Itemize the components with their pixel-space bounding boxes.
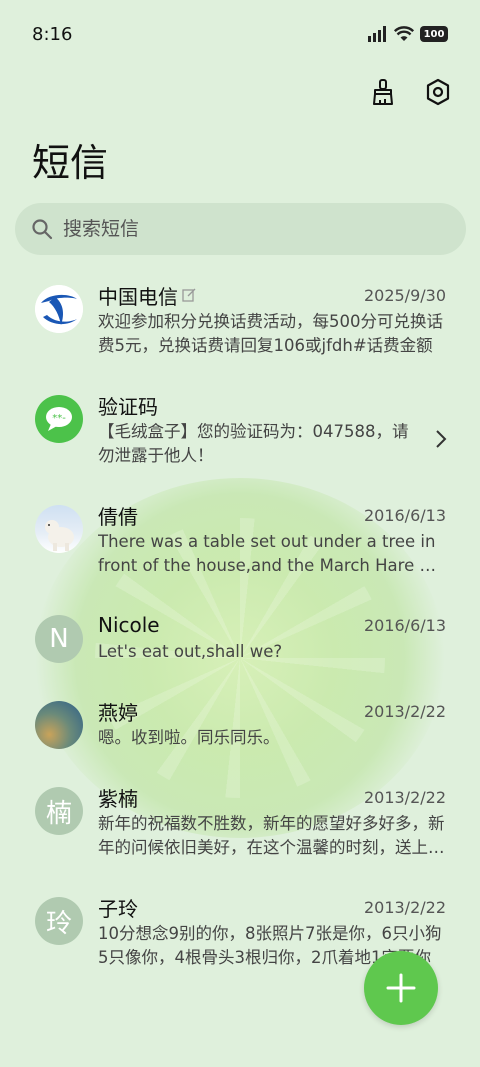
conversation-date: 2016/6/13	[363, 505, 446, 525]
polar-bear-avatar	[35, 505, 83, 553]
message-avatar: **-	[35, 395, 83, 443]
conversation-preview: 嗯。收到啦。同乐同乐。	[98, 728, 280, 747]
polar-bear-icon	[45, 520, 74, 551]
conversation-name: 验证码	[98, 394, 158, 419]
conversation-name: 倩倩	[98, 504, 138, 529]
conversation-date: 2013/2/22	[363, 701, 446, 721]
conversation-name: Nicole	[98, 613, 160, 637]
conversation-preview: 【毛绒盒子】您的验证码为：047588，请勿泄露于他人！	[98, 422, 409, 465]
conversation-preview: There was a table set out under a tree i…	[98, 532, 441, 575]
conversation-content: 燕婷 2013/2/22 嗯。收到啦。同乐同乐。	[98, 698, 446, 750]
conversation-content: 紫楠 2013/2/22 新年的祝福数不胜数，新年的愿望好多好多，新年的问候依旧…	[98, 784, 446, 860]
conversation-date: 2013/2/22	[363, 787, 446, 807]
conversation-name: 紫楠	[98, 786, 138, 811]
letter-avatar: N	[35, 615, 83, 663]
conversation-date: 2016/6/13	[363, 615, 446, 635]
conversation-date: 2025/9/30	[363, 285, 446, 305]
toolbar	[366, 74, 456, 110]
search-icon	[32, 219, 53, 240]
conversation-item[interactable]: 中国电信 2025/9/30 欢迎参加积分兑换话费活动，每500分可兑换话费5元…	[0, 270, 480, 380]
conversation-preview: 欢迎参加积分兑换话费活动，每500分可兑换话费5元，兑换话费请回复106或jfd…	[98, 312, 443, 355]
landscape-avatar	[35, 701, 83, 749]
conversation-item[interactable]: 楠 紫楠 2013/2/22 新年的祝福数不胜数，新年的愿望好多好多，新年的问候…	[0, 772, 480, 882]
conversation-date: 2013/2/22	[363, 897, 446, 917]
conversation-preview: 新年的祝福数不胜数，新年的愿望好多好多，新年的问候依旧美好，在这个温馨的时刻，送…	[98, 814, 445, 857]
search-bar[interactable]	[15, 203, 466, 255]
battery-icon: 100	[420, 26, 448, 42]
conversation-item[interactable]: **- 验证码 【毛绒盒子】您的验证码为：047588，请勿泄露于他人！	[0, 380, 480, 490]
conversation-content: 中国电信 2025/9/30 欢迎参加积分兑换话费活动，每500分可兑换话费5元…	[98, 282, 446, 358]
signal-icon	[368, 26, 386, 42]
status-time: 8:16	[32, 23, 73, 45]
wifi-icon	[394, 26, 414, 41]
settings-button[interactable]	[420, 74, 456, 110]
conversation-preview: Let's eat out,shall we?	[98, 642, 283, 661]
conversation-content: Nicole 2016/6/13 Let's eat out,shall we?	[98, 612, 446, 664]
conversation-item[interactable]: 燕婷 2013/2/22 嗯。收到啦。同乐同乐。	[0, 686, 480, 772]
conversation-content: 验证码 【毛绒盒子】您的验证码为：047588，请勿泄露于他人！	[98, 392, 418, 468]
edit-note-icon	[182, 288, 196, 302]
chevron-right-icon[interactable]	[434, 428, 448, 450]
search-input[interactable]	[63, 218, 443, 240]
broom-icon	[373, 79, 393, 105]
china-telecom-avatar	[35, 285, 83, 333]
conversation-name: 燕婷	[98, 700, 138, 725]
letter-avatar: 楠	[35, 787, 83, 835]
new-message-button[interactable]	[364, 951, 438, 1025]
conversation-item[interactable]: 倩倩 2016/6/13 There was a table set out u…	[0, 490, 480, 600]
page-title: 短信	[32, 141, 109, 185]
letter-avatar: 玲	[35, 897, 83, 945]
conversation-name: 中国电信	[98, 284, 178, 309]
svg-text:**-: **-	[52, 413, 66, 424]
conversation-item[interactable]: N Nicole 2016/6/13 Let's eat out,shall w…	[0, 600, 480, 686]
conversation-content: 倩倩 2016/6/13 There was a table set out u…	[98, 502, 446, 578]
status-bar: 8:16 100	[0, 0, 480, 68]
conversation-name-wrap: 中国电信	[98, 281, 196, 310]
conversation-name: 子玲	[98, 896, 138, 921]
clean-button[interactable]	[366, 74, 402, 110]
status-icons: 100	[368, 26, 448, 42]
conversation-list: 中国电信 2025/9/30 欢迎参加积分兑换话费活动，每500分可兑换话费5元…	[0, 270, 480, 992]
chat-bubble-icon: **-	[46, 407, 72, 431]
plus-icon	[386, 973, 416, 1003]
china-telecom-logo-icon	[35, 285, 83, 333]
gear-icon	[426, 78, 450, 106]
